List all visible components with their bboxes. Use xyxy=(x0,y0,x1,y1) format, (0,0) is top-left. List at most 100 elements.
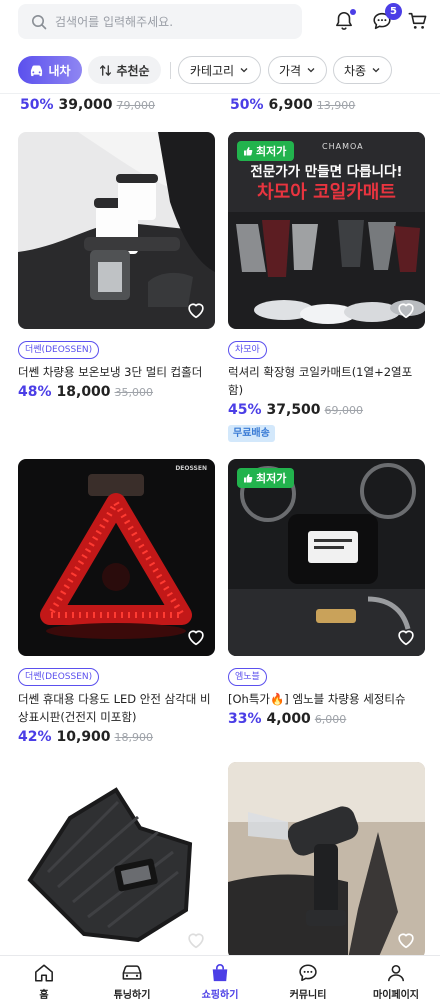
price-row: 33% 4,000 6,000 xyxy=(228,711,425,727)
product-image[interactable]: DEOSSEN xyxy=(18,459,215,656)
ad-headline: 전문가가 만들면 다릅니다! xyxy=(250,164,403,180)
sale-price: 37,500 xyxy=(266,402,321,418)
sort-button[interactable]: 추천순 xyxy=(88,56,161,84)
price-row: 45% 37,500 69,000 xyxy=(228,402,425,418)
brand-tag[interactable]: 더쎈(DEOSSEN) xyxy=(18,668,100,686)
car-type-filter[interactable]: 차종 xyxy=(333,56,392,84)
filter-bar: 내차 추천순 카테고리 가격 차종 xyxy=(0,56,440,86)
original-price: 6,000 xyxy=(314,713,347,726)
search-icon xyxy=(32,14,47,29)
sale-price: 10,900 xyxy=(56,729,111,745)
category-filter-label: 카테고리 xyxy=(189,63,235,78)
heart-icon[interactable] xyxy=(185,626,207,648)
chat-count-badge: 5 xyxy=(385,3,402,20)
product-card[interactable] xyxy=(18,762,215,955)
brand-tag[interactable]: 차모아 xyxy=(228,341,267,359)
cart-icon xyxy=(408,12,427,29)
lowest-price-label: 최저가 xyxy=(256,472,287,485)
search-input[interactable] xyxy=(55,14,285,29)
price-row: 48% 18,000 35,000 xyxy=(18,384,215,400)
heart-icon[interactable] xyxy=(395,299,417,321)
product-title[interactable]: 럭셔리 확장형 코일카매트(1열+2열포함) xyxy=(228,363,425,399)
price-filter[interactable]: 가격 xyxy=(268,56,327,84)
original-price: 35,000 xyxy=(114,386,154,399)
partial-row: 50% 39,000 79,000 50% 6,900 13,900 xyxy=(0,94,440,118)
lowest-price-label: 최저가 xyxy=(256,145,287,158)
product-card[interactable] xyxy=(228,762,425,955)
nav-tuning[interactable]: 튜닝하기 xyxy=(88,956,176,1004)
thumbs-up-icon xyxy=(244,474,253,483)
heart-icon[interactable] xyxy=(185,929,207,951)
sale-price: 39,000 xyxy=(58,97,113,113)
user-icon xyxy=(387,964,405,982)
original-price: 18,900 xyxy=(114,731,154,744)
partial-price-1[interactable]: 50% 39,000 79,000 xyxy=(20,97,155,113)
original-price: 13,900 xyxy=(316,99,356,112)
product-card[interactable]: CHAMOA 전문가가 만들면 다릅니다! 차모아 코일카매트 최저가 차모아 … xyxy=(228,132,425,442)
discount-rate: 33% xyxy=(228,711,262,727)
chevron-down-icon xyxy=(307,68,315,73)
nav-label: 튜닝하기 xyxy=(113,990,151,1001)
sort-label: 추천순 xyxy=(116,63,150,78)
heart-icon[interactable] xyxy=(395,929,417,951)
nav-community[interactable]: 커뮤니티 xyxy=(264,956,352,1004)
discount-rate: 45% xyxy=(228,402,262,418)
product-title[interactable]: 더쎈 차량용 보온보냉 3단 멀티 컵홀더 xyxy=(18,363,215,381)
car-icon xyxy=(122,965,142,980)
notification-button[interactable] xyxy=(331,8,357,34)
my-car-filter[interactable]: 내차 xyxy=(18,56,82,84)
floor-mat-photo xyxy=(18,762,215,955)
partial-price-2[interactable]: 50% 6,900 13,900 xyxy=(230,97,355,113)
price-row: 42% 10,900 18,900 xyxy=(18,729,215,745)
lowest-price-badge: 최저가 xyxy=(237,468,295,488)
chevron-down-icon xyxy=(372,68,380,73)
original-price: 79,000 xyxy=(116,99,156,112)
category-filter[interactable]: 카테고리 xyxy=(178,56,261,84)
nav-label: 커뮤니티 xyxy=(289,990,327,1001)
home-icon xyxy=(35,964,53,982)
filter-divider xyxy=(170,62,171,79)
heart-icon[interactable] xyxy=(395,626,417,648)
product-image[interactable]: CHAMOA 전문가가 만들면 다릅니다! 차모아 코일카매트 최저가 xyxy=(228,132,425,329)
heart-icon[interactable] xyxy=(185,299,207,321)
product-image[interactable] xyxy=(18,132,215,329)
top-bar: 5 xyxy=(0,0,440,46)
product-card[interactable]: DEOSSEN 더쎈(DEOSSEN) 더쎈 휴대용 다용도 LED 안전 삼각… xyxy=(18,459,215,745)
product-image[interactable] xyxy=(228,762,425,955)
discount-rate: 50% xyxy=(20,97,54,113)
nav-mypage[interactable]: 마이페이지 xyxy=(352,956,440,1004)
thumbs-up-icon xyxy=(244,147,253,156)
discount-rate: 42% xyxy=(18,729,52,745)
ad-logo: CHAMOA xyxy=(322,142,364,151)
nav-label: 마이페이지 xyxy=(373,990,419,1001)
product-card[interactable]: 더쎈(DEOSSEN) 더쎈 차량용 보온보냉 3단 멀티 컵홀더 48% 18… xyxy=(18,132,215,400)
discount-rate: 48% xyxy=(18,384,52,400)
notification-dot xyxy=(350,9,356,15)
nav-home[interactable]: 홈 xyxy=(0,956,88,1004)
product-image[interactable]: 최저가 xyxy=(228,459,425,656)
car-vacuum-photo xyxy=(228,762,425,955)
search-bar[interactable] xyxy=(18,4,302,39)
sort-icon xyxy=(100,64,112,76)
lowest-price-badge: 최저가 xyxy=(237,141,295,161)
cart-button[interactable] xyxy=(405,8,431,34)
chat-bubble-icon xyxy=(299,964,317,982)
car-icon xyxy=(31,64,43,76)
product-title[interactable]: 더쎈 휴대용 다용도 LED 안전 삼각대 비상표시판(건전지 미포함) xyxy=(18,690,215,726)
shopping-bag-icon xyxy=(212,964,228,982)
image-watermark: DEOSSEN xyxy=(175,465,207,472)
product-title[interactable]: [Oh특가🔥] 엠노블 차량용 세정티슈 xyxy=(228,690,425,708)
sale-price: 6,900 xyxy=(268,97,313,113)
product-card[interactable]: 최저가 엠노블 [Oh특가🔥] 엠노블 차량용 세정티슈 33% 4,000 6… xyxy=(228,459,425,727)
my-car-filter-label: 내차 xyxy=(48,63,71,78)
brand-tag[interactable]: 더쎈(DEOSSEN) xyxy=(18,341,100,359)
sale-price: 4,000 xyxy=(266,711,311,727)
chevron-down-icon xyxy=(240,68,248,73)
free-shipping-tag: 무료배송 xyxy=(228,425,275,442)
car-type-filter-label: 차종 xyxy=(343,63,367,78)
bottom-navigation: 홈 튜닝하기 쇼핑하기 커뮤니티 마이페이지 xyxy=(0,955,440,1004)
brand-tag[interactable]: 엠노블 xyxy=(228,668,267,686)
sale-price: 18,000 xyxy=(56,384,111,400)
nav-shopping[interactable]: 쇼핑하기 xyxy=(176,956,264,1004)
product-image[interactable] xyxy=(18,762,215,955)
